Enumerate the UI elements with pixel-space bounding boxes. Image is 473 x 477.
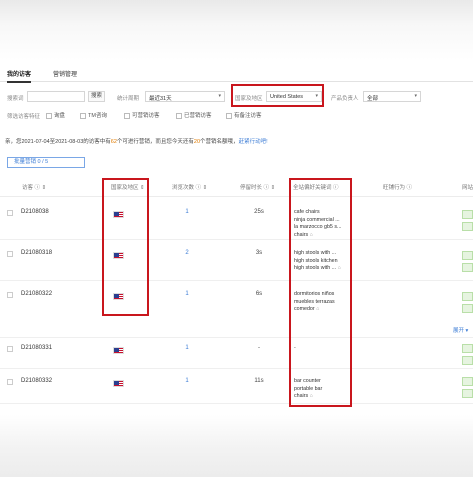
view-count[interactable]: 1 [177,291,197,297]
marketing-notice: 亲，您2021-07-04至2021-08-03的访客中有62个可进行营销，而且… [5,139,268,145]
header-visitor[interactable]: 访客 ⓘ ⇕ [22,183,46,191]
visitor-id[interactable]: D21080322 [21,291,52,297]
view-count[interactable]: 2 [177,250,197,256]
tab-bar: 我的访客 营销管理 [0,67,473,83]
stay-duration: 11s [254,378,264,384]
checkbox-tm-consult[interactable]: TM咨询 [80,111,107,119]
checkbox-with-notes[interactable]: 有备注访客 [226,111,262,119]
row-divider [0,403,473,404]
tab-marketing-management[interactable]: 营销管理 [53,69,77,78]
highlight-keywords-column [289,178,352,407]
period-value: 最近31天 [149,96,172,102]
row-checkbox[interactable] [7,379,13,385]
status-badge [462,292,473,301]
checkbox-box [124,112,130,119]
row-checkbox[interactable] [7,251,13,257]
visitor-id[interactable]: D21080331 [21,345,52,351]
checkbox-marketable[interactable]: 可营销访客 [124,111,160,119]
row-divider [0,368,473,369]
view-count[interactable]: 1 [177,209,197,215]
checkbox-box [46,112,52,119]
header-site: 网站 [462,185,473,191]
header-views[interactable]: 浏览次数 ⓘ ⇕ [172,183,207,191]
chevron-down-icon: ▾ [414,93,417,99]
row-checkbox[interactable] [7,292,13,298]
stay-duration: 6s [255,291,263,297]
us-flag-icon [113,380,124,387]
row-divider [0,337,473,338]
status-badge [462,377,473,386]
period-label: 统计周期 [117,96,140,102]
checkbox-marketed[interactable]: 已营销访客 [176,111,212,119]
status-badge [462,389,473,398]
header-divider [0,196,473,197]
search-label: 搜索词 [7,96,24,102]
tab-my-visitors[interactable]: 我的访客 [7,69,32,83]
stay-duration: 3s [255,250,263,256]
blurred-header-area [0,0,473,60]
expand-more-link[interactable]: 展开 ▾ [453,326,468,334]
status-badge [462,356,473,365]
stay-duration: - [258,345,260,351]
blurred-footer-area [0,415,473,477]
checkbox-box [226,112,232,119]
row-checkbox[interactable] [7,210,13,216]
checkbox-box [80,112,86,119]
owner-select[interactable]: 全部 ▾ [363,91,421,102]
header-duration[interactable]: 停留时长 ⓘ ⇕ [240,183,275,191]
row-checkbox[interactable] [7,346,13,352]
highlight-region-column [102,178,149,316]
row-divider [0,239,473,240]
view-count[interactable]: 1 [177,345,197,351]
checkbox-inquiry[interactable]: 询盘 [46,111,65,119]
search-button[interactable]: 搜索 [88,91,105,102]
search-input[interactable] [27,91,85,102]
visitor-id[interactable]: D2108038 [21,209,49,215]
status-badge [462,222,473,231]
checkbox-box [176,112,182,119]
chevron-down-icon: ▾ [218,93,221,99]
status-badge [462,251,473,260]
status-badge [462,263,473,272]
period-select[interactable]: 最近31天 ▾ [145,91,225,102]
visitor-id[interactable]: D21080318 [21,250,52,256]
status-badge [462,344,473,353]
owner-value: 全部 [367,96,379,102]
us-flag-icon [113,347,124,354]
status-badge [462,210,473,219]
owner-label: 产品负责人 [331,96,359,102]
visitor-id[interactable]: D21080332 [21,378,52,384]
status-badge [462,304,473,313]
row-divider [0,280,473,281]
highlight-region-filter [231,84,324,107]
visitor-features-label: 筛选访客特征 [7,114,41,120]
header-shop-behavior: 旺铺行为 ⓘ [383,185,413,191]
act-now-link[interactable]: 赶紧行动吧! [239,139,268,145]
view-count[interactable]: 1 [177,378,197,384]
batch-marketing-button[interactable]: 批量营销 0 / 5 [7,157,85,168]
stay-duration: 25s [254,209,264,215]
